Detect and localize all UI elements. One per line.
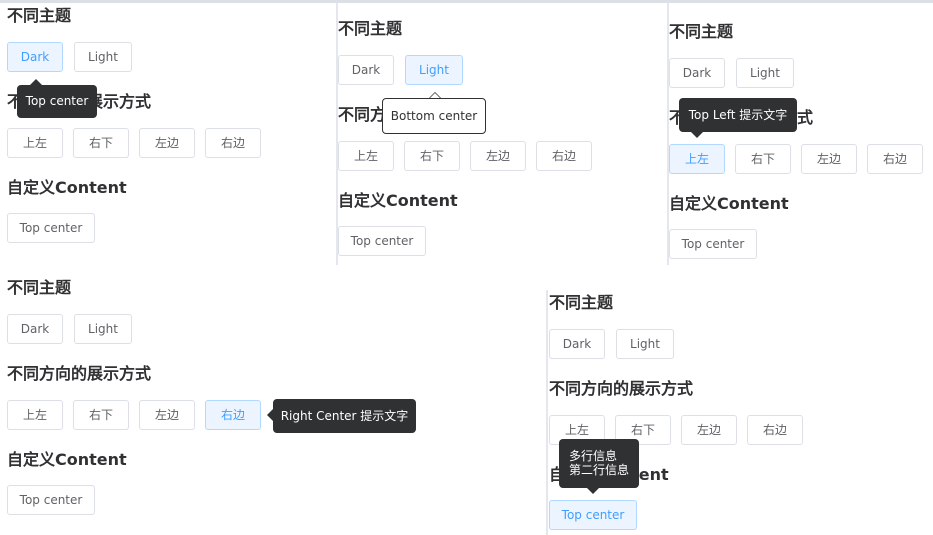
tooltip-arrow xyxy=(691,132,703,138)
content-heading: 自定义Content xyxy=(338,191,458,210)
direction-tooltip: Right Center 提示文字 xyxy=(273,399,416,433)
left-button[interactable]: 左边 xyxy=(139,400,195,430)
top-center-button[interactable]: Top center xyxy=(338,226,426,256)
right-button[interactable]: 右边 xyxy=(536,141,592,171)
dark-button[interactable]: Dark xyxy=(549,329,605,359)
right-bottom-button[interactable]: 右下 xyxy=(73,128,129,158)
tooltip-line-2: 第二行信息 xyxy=(569,463,630,477)
themes-heading: 不同主题 xyxy=(7,6,72,25)
right-button[interactable]: 右边 xyxy=(747,415,803,445)
left-button[interactable]: 左边 xyxy=(470,141,526,171)
top-center-button[interactable]: Top center xyxy=(549,500,637,530)
top-center-button[interactable]: Top center xyxy=(7,485,95,515)
dark-button[interactable]: Dark xyxy=(338,55,394,85)
left-button[interactable]: 左边 xyxy=(139,128,195,158)
themes-heading: 不同主题 xyxy=(549,293,614,312)
panel-divider xyxy=(667,3,669,265)
direction-tooltip: Top Left 提示文字 xyxy=(679,98,797,132)
right-bottom-button[interactable]: 右下 xyxy=(735,144,791,174)
theme-tooltip: Top center xyxy=(17,85,97,118)
top-left-button[interactable]: 上左 xyxy=(7,400,63,430)
top-left-button[interactable]: 上左 xyxy=(669,144,725,174)
light-button[interactable]: Light xyxy=(736,58,794,88)
top-border xyxy=(0,0,933,3)
themes-heading: 不同主题 xyxy=(669,22,734,41)
tooltip-arrow xyxy=(587,488,599,494)
light-button[interactable]: Light xyxy=(74,42,132,72)
left-button[interactable]: 左边 xyxy=(681,415,737,445)
tooltip-text: Right Center 提示文字 xyxy=(280,409,409,423)
top-center-button[interactable]: Top center xyxy=(669,229,757,259)
panel-divider xyxy=(336,3,338,265)
directions-heading: 不同方向的展示方式 xyxy=(549,379,694,398)
left-button[interactable]: 左边 xyxy=(801,144,857,174)
tooltip-text: Top center xyxy=(25,94,89,108)
content-heading: 自定义Content xyxy=(7,450,127,469)
light-button[interactable]: Light xyxy=(74,314,132,344)
tooltip-text: Bottom center xyxy=(390,109,478,123)
directions-heading: 不同方向的展示方式 xyxy=(7,364,152,383)
dark-button[interactable]: Dark xyxy=(669,58,725,88)
right-bottom-button[interactable]: 右下 xyxy=(404,141,460,171)
top-left-button[interactable]: 上左 xyxy=(338,141,394,171)
themes-heading: 不同主题 xyxy=(338,19,403,38)
right-button[interactable]: 右边 xyxy=(205,400,261,430)
right-button[interactable]: 右边 xyxy=(205,128,261,158)
right-bottom-button[interactable]: 右下 xyxy=(73,400,129,430)
tooltip-line-1: 多行信息 xyxy=(569,449,618,463)
content-tooltip: 多行信息 第二行信息 xyxy=(559,439,639,488)
panel-divider xyxy=(546,290,548,535)
light-button[interactable]: Light xyxy=(405,55,463,85)
dark-button[interactable]: Dark xyxy=(7,42,63,72)
top-center-button[interactable]: Top center xyxy=(7,213,95,243)
right-button[interactable]: 右边 xyxy=(867,144,923,174)
dark-button[interactable]: Dark xyxy=(7,314,63,344)
content-heading: 自定义Content xyxy=(669,194,789,213)
light-button[interactable]: Light xyxy=(616,329,674,359)
top-left-button[interactable]: 上左 xyxy=(7,128,63,158)
content-heading: 自定义Content xyxy=(7,178,127,197)
themes-heading: 不同主题 xyxy=(7,278,72,297)
theme-tooltip: Bottom center xyxy=(382,98,486,134)
tooltip-text: Top Left 提示文字 xyxy=(688,108,788,122)
